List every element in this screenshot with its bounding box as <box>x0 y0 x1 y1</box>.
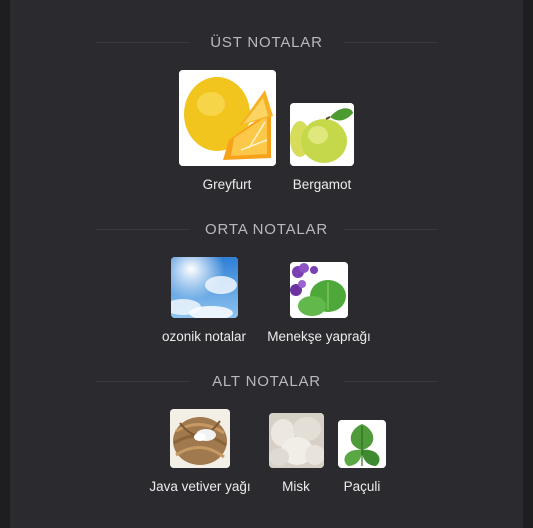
note-label: Bergamot <box>292 177 352 192</box>
bergamot-image <box>290 103 354 166</box>
sky-image <box>171 257 238 318</box>
violet-leaf-image <box>290 262 348 318</box>
musk-image <box>269 413 324 468</box>
note-label: Paçuli <box>343 479 381 494</box>
note-label: Misk <box>282 479 310 494</box>
section-title-middle-notes: ORTA NOTALAR <box>205 221 328 238</box>
grapefruit-image <box>179 70 276 166</box>
section-title-base-notes: ALT NOTALAR <box>212 373 321 390</box>
note-label: Greyfurt <box>202 177 252 192</box>
note-label: Menekşe yaprağı <box>267 329 371 344</box>
note-label: ozonik notalar <box>161 329 247 344</box>
patchouli-leaf-image <box>338 420 386 468</box>
vetiver-root-image <box>170 409 230 468</box>
section-title-top-notes: ÜST NOTALAR <box>210 34 323 51</box>
note-label: Java vetiver yağı <box>149 479 251 494</box>
